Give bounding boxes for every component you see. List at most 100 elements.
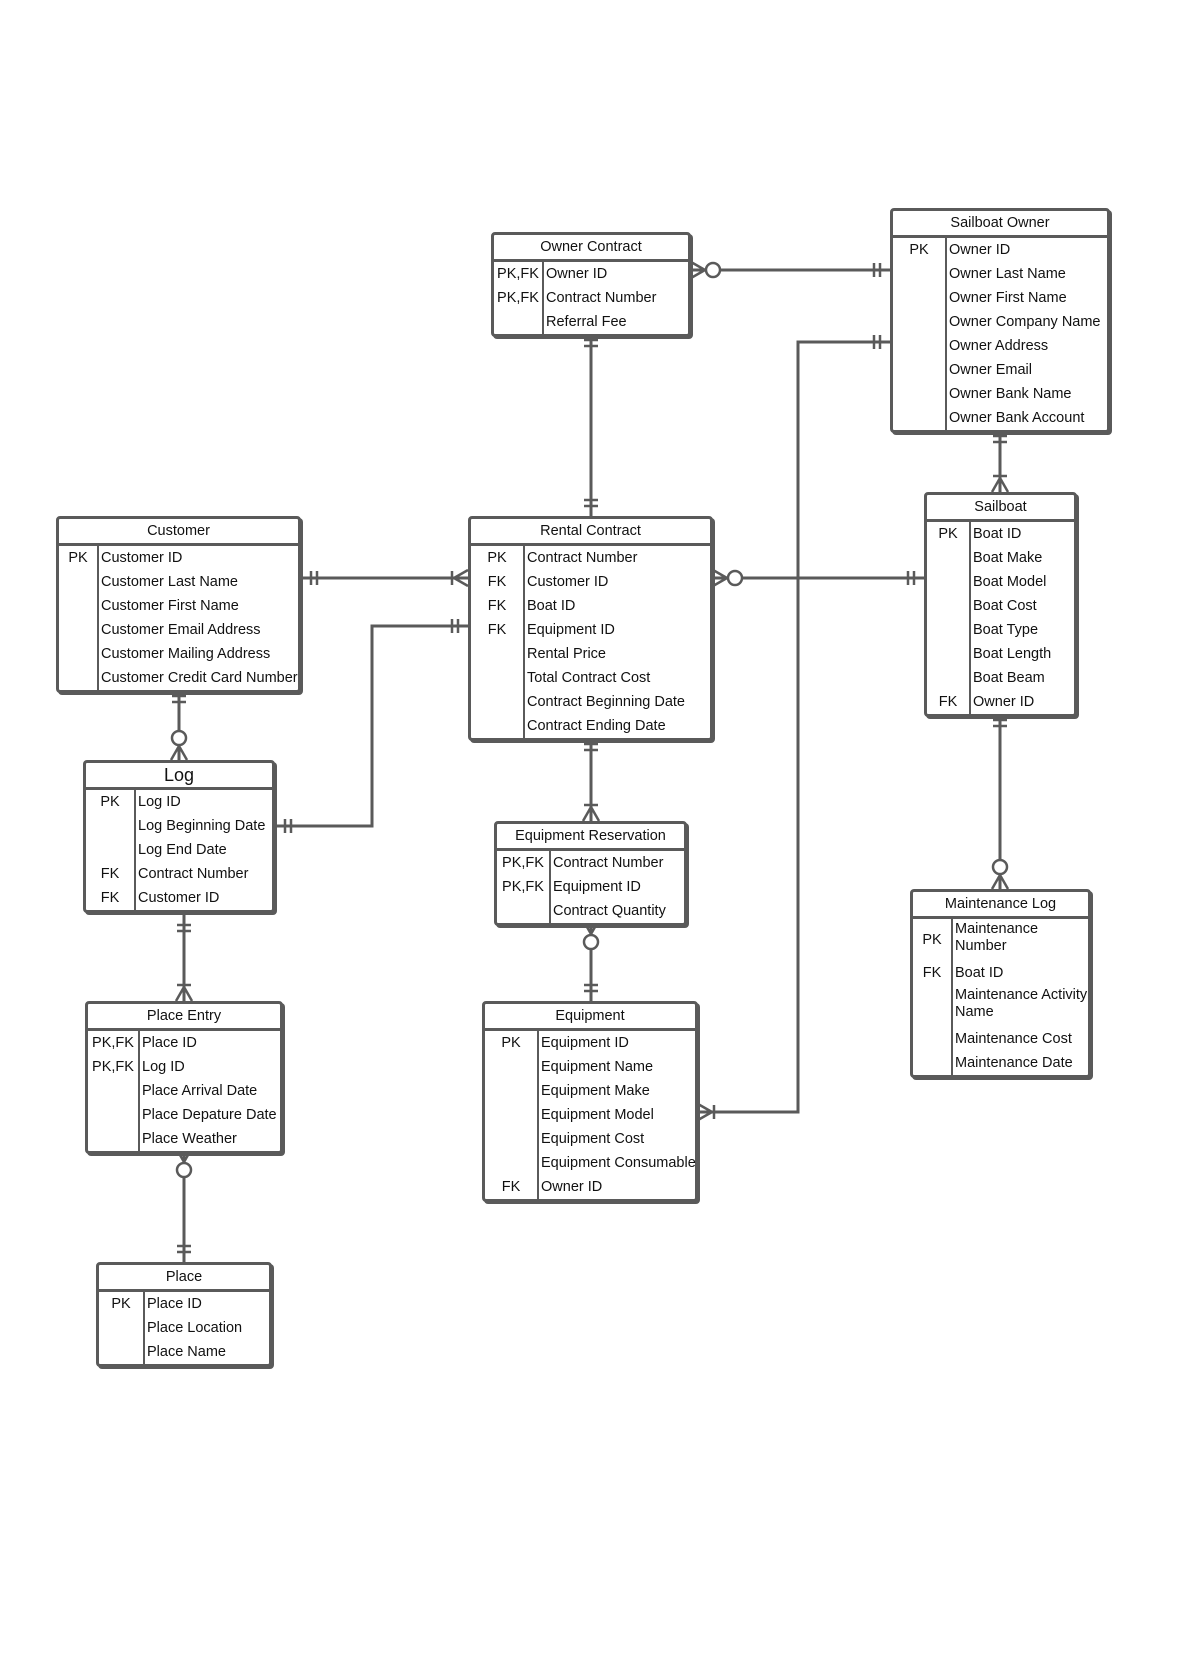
- attribute-name: Owner Address: [949, 338, 1049, 354]
- attribute-name: Referral Fee: [546, 314, 627, 330]
- entity-place[interactable]: Place PK Place ID Place Location Place Name: [96, 1262, 272, 1367]
- attribute-name: Place Location: [147, 1320, 243, 1336]
- crows-foot-prong: [182, 986, 194, 1002]
- attribute-name: Log ID: [138, 794, 181, 810]
- attribute-name: Customer ID: [527, 574, 609, 590]
- attribute-name: Rental Price: [527, 646, 606, 662]
- crows-foot-prong: [712, 576, 728, 588]
- attribute-name: Boat Model: [973, 574, 1047, 590]
- attribute-name: Boat ID: [955, 965, 1004, 981]
- entity-maintenance-log[interactable]: Maintenance Log PK Maintenance Number FK Bo…: [910, 889, 1091, 1078]
- attribute-name: Maintenance Date: [955, 1055, 1073, 1071]
- key-column-divider: [99, 1292, 145, 1364]
- attribute-name: Equipment Make: [541, 1083, 650, 1099]
- attribute-name: Owner Last Name: [949, 266, 1066, 282]
- attribute-name: Contract Quantity: [553, 903, 666, 919]
- crows-foot-prong: [177, 745, 189, 761]
- key-column-divider: [485, 1031, 539, 1199]
- entity-attributes: PK,FK Contract Number PK,FK Equipment ID Con…: [497, 851, 684, 923]
- attribute-name: Place ID: [142, 1035, 197, 1051]
- entity-title: Rental Contract: [471, 519, 710, 546]
- optional-circle: [704, 261, 722, 279]
- entity-owner-contract[interactable]: Owner Contract PK,FK Owner ID PK,FK Contrac…: [491, 232, 691, 337]
- attribute-name: Boat ID: [973, 526, 1022, 542]
- entity-sailboat[interactable]: Sailboat PK Boat ID Boat Make Boat Model Boa…: [924, 492, 1077, 717]
- key-column-divider: [494, 262, 544, 334]
- attribute-name: Customer Credit Card Number: [101, 670, 298, 686]
- entity-rental-contract[interactable]: Rental Contract PK Contract Number FK Custo…: [468, 516, 713, 741]
- entity-attributes: PK Equipment ID Equipment Name Equipment Ma…: [485, 1031, 696, 1199]
- entity-title: Customer: [59, 519, 298, 546]
- entity-equipment[interactable]: Equipment PK Equipment ID Equipment Name Eq…: [482, 1001, 698, 1202]
- attribute-name: Maintenance Activity Name: [955, 987, 1088, 1020]
- attribute-name: Contract Number: [553, 855, 664, 871]
- attribute-name: Place ID: [147, 1296, 202, 1312]
- attribute-name: Contract Beginning Date: [527, 694, 685, 710]
- key-column-divider: [59, 546, 99, 690]
- key-column-divider: [86, 790, 136, 910]
- attribute-name: Boat Cost: [973, 598, 1037, 614]
- crows-foot-prong: [712, 568, 728, 580]
- attribute-name: Boat Beam: [973, 670, 1045, 686]
- entity-attributes: PK Boat ID Boat Make Boat Model Boat Cost Boa…: [927, 522, 1074, 714]
- crows-foot-prong: [453, 576, 469, 588]
- key-column-divider: [913, 919, 953, 1075]
- attribute-name: Owner ID: [541, 1179, 603, 1195]
- crows-foot-prong: [998, 477, 1010, 493]
- attribute-name: Contract Number: [138, 866, 249, 882]
- attribute-name: Equipment Model: [541, 1107, 654, 1123]
- entity-sailboat-owner[interactable]: Sailboat Owner PK Owner ID Owner Last Name…: [890, 208, 1110, 433]
- entity-customer[interactable]: Customer PK Customer ID Customer Last Name…: [56, 516, 301, 693]
- entity-attributes: PK Owner ID Owner Last Name Owner First Nam…: [893, 238, 1107, 430]
- entity-attributes: PK,FK Place ID PK,FK Log ID Place Arrival Da…: [88, 1031, 280, 1151]
- entity-equipment-reservation[interactable]: Equipment Reservation PK,FK Contract Numb…: [494, 821, 687, 926]
- attribute-name: Boat Make: [973, 550, 1043, 566]
- entity-attributes: PK,FK Owner ID PK,FK Contract Number Referra…: [494, 262, 688, 334]
- crows-foot-prong: [169, 745, 181, 761]
- crows-foot-prong: [998, 874, 1010, 890]
- attribute-name: Log ID: [142, 1059, 185, 1075]
- crows-foot-prong: [581, 806, 593, 822]
- entity-attributes: PK Customer ID Customer Last Name Customer …: [59, 546, 298, 690]
- attribute-name: Customer Mailing Address: [101, 646, 271, 662]
- crows-foot-prong: [990, 874, 1002, 890]
- crows-foot-prong: [690, 268, 706, 280]
- entity-title: Log: [86, 763, 272, 790]
- attribute-name: Boat ID: [527, 598, 576, 614]
- entity-title: Equipment: [485, 1004, 695, 1031]
- optional-circle: [726, 569, 744, 587]
- attribute-name: Owner Email: [949, 362, 1032, 378]
- entity-title: Sailboat: [927, 495, 1074, 522]
- crows-foot-prong: [697, 1110, 713, 1122]
- crows-foot-prong: [697, 1102, 713, 1114]
- attribute-name: Customer Email Address: [101, 622, 261, 638]
- attribute-name: Contract Number: [527, 550, 638, 566]
- key-column-divider: [927, 522, 971, 714]
- attribute-name: Owner ID: [546, 266, 608, 282]
- attribute-name: Maintenance Number: [955, 921, 1039, 954]
- optional-circle: [991, 858, 1009, 876]
- attribute-name: Customer ID: [101, 550, 183, 566]
- attribute-name: Equipment ID: [527, 622, 615, 638]
- crows-foot-prong: [174, 986, 186, 1002]
- entity-title: Maintenance Log: [913, 892, 1088, 919]
- key-column-divider: [471, 546, 525, 738]
- attribute-name: Customer Last Name: [101, 574, 238, 590]
- attribute-name: Place Depature Date: [142, 1107, 277, 1123]
- attribute-name: Customer ID: [138, 890, 220, 906]
- attribute-name: Log End Date: [138, 842, 227, 858]
- attribute-name: Customer First Name: [101, 598, 239, 614]
- crows-foot-prong: [589, 806, 601, 822]
- entity-place-entry[interactable]: Place Entry PK,FK Place ID PK,FK Log ID Plac…: [85, 1001, 283, 1154]
- attribute-name: Boat Type: [973, 622, 1039, 638]
- attribute-name: Place Weather: [142, 1131, 237, 1147]
- entity-log[interactable]: Log PK Log ID Log Beginning Date Log End Da…: [83, 760, 275, 913]
- entity-title: Sailboat Owner: [893, 211, 1107, 238]
- attribute-name: Owner ID: [949, 242, 1011, 258]
- crows-foot-prong: [990, 477, 1002, 493]
- crows-foot-prong: [453, 568, 469, 580]
- attribute-name: Boat Length: [973, 646, 1052, 662]
- attribute-name: Equipment ID: [553, 879, 641, 895]
- entity-title: Place Entry: [88, 1004, 280, 1031]
- attribute-name: Owner First Name: [949, 290, 1067, 306]
